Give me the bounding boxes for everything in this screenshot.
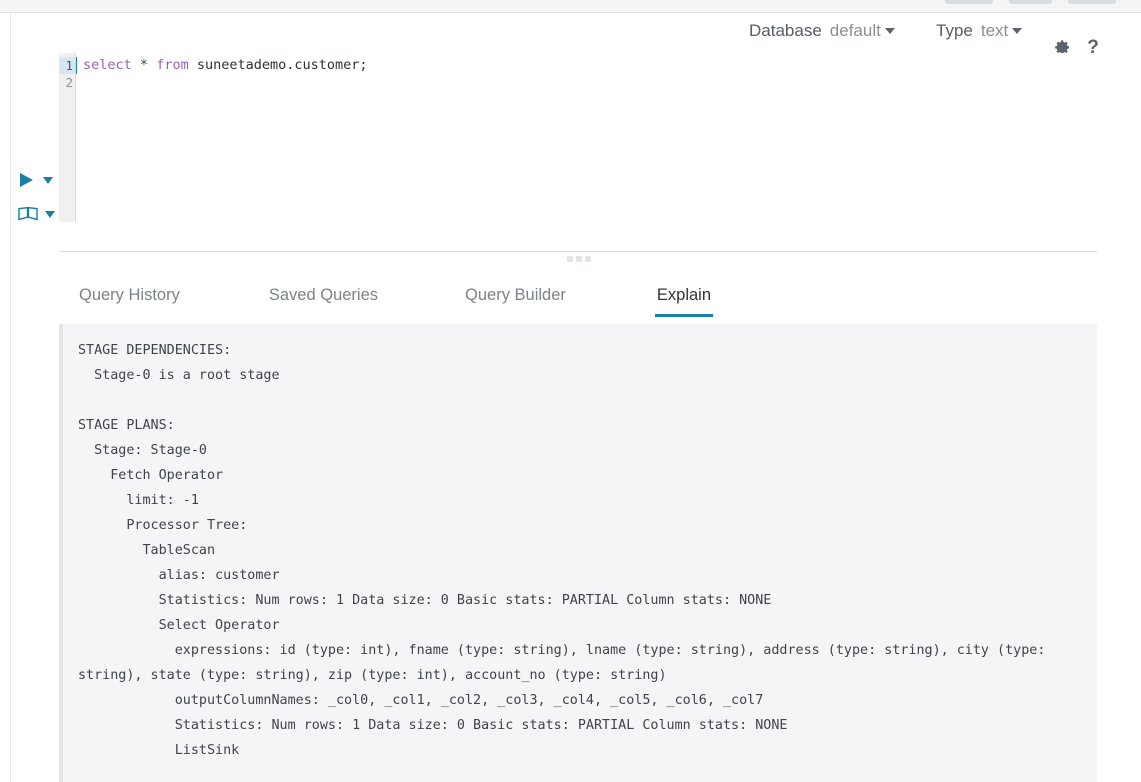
handle-dot [567,256,573,262]
database-label: Database [749,21,822,40]
line-number: 2 [65,75,73,90]
results-tabs: Query History Saved Queries Query Builde… [59,282,1097,323]
type-value: text [980,21,1009,40]
tab-saved-queries[interactable]: Saved Queries [267,282,380,317]
database-value: default [829,21,881,40]
tab-query-history[interactable]: Query History [77,282,182,317]
text-cursor [76,57,77,74]
editor-side-actions [17,163,57,231]
sql-keyword-from: from [156,57,189,73]
execute-query-button[interactable] [17,163,57,197]
explain-query-button[interactable] [17,197,57,231]
play-triangle-icon [20,173,33,187]
database-selector[interactable]: Database default [749,14,895,48]
editor-header-bar: Database default Type text ? [0,14,1141,57]
top-chrome-button-2[interactable] [1009,0,1052,4]
tab-explain[interactable]: Explain [654,282,714,317]
top-chrome-button-3[interactable] [1068,0,1116,4]
open-book-icon [18,206,38,221]
panel-divider [59,251,1097,252]
left-divider [10,14,11,782]
editor-code-area[interactable]: select * from suneetademo.customer; [76,53,1097,222]
type-selector[interactable]: Type text [936,14,1023,48]
handle-dot [576,256,582,262]
sql-editor[interactable]: 1 2 select * from suneetademo.customer; [59,53,1097,222]
handle-dot [585,256,591,262]
chevron-down-icon[interactable] [884,28,895,34]
execute-dropdown-chevron-icon[interactable] [43,176,53,184]
explain-dropdown-chevron-icon[interactable] [45,210,55,218]
explain-output-panel[interactable]: STAGE DEPENDENCIES: Stage-0 is a root st… [59,324,1097,782]
editor-gutter: 1 2 [59,53,76,222]
sql-keyword-select: select [83,57,132,73]
chevron-down-icon[interactable] [1012,28,1023,34]
type-label: Type [936,21,973,40]
line-number: 1 [59,57,75,74]
explain-output-text: STAGE DEPENDENCIES: Stage-0 is a root st… [78,343,1046,758]
panel-resize-handle[interactable] [567,256,591,262]
top-chrome-button-1[interactable] [945,0,993,4]
sql-table-identifier: suneetademo.customer; [196,57,368,73]
tab-query-builder[interactable]: Query Builder [463,282,568,317]
sql-star: * [139,57,149,73]
top-chrome-strip [0,0,1141,13]
